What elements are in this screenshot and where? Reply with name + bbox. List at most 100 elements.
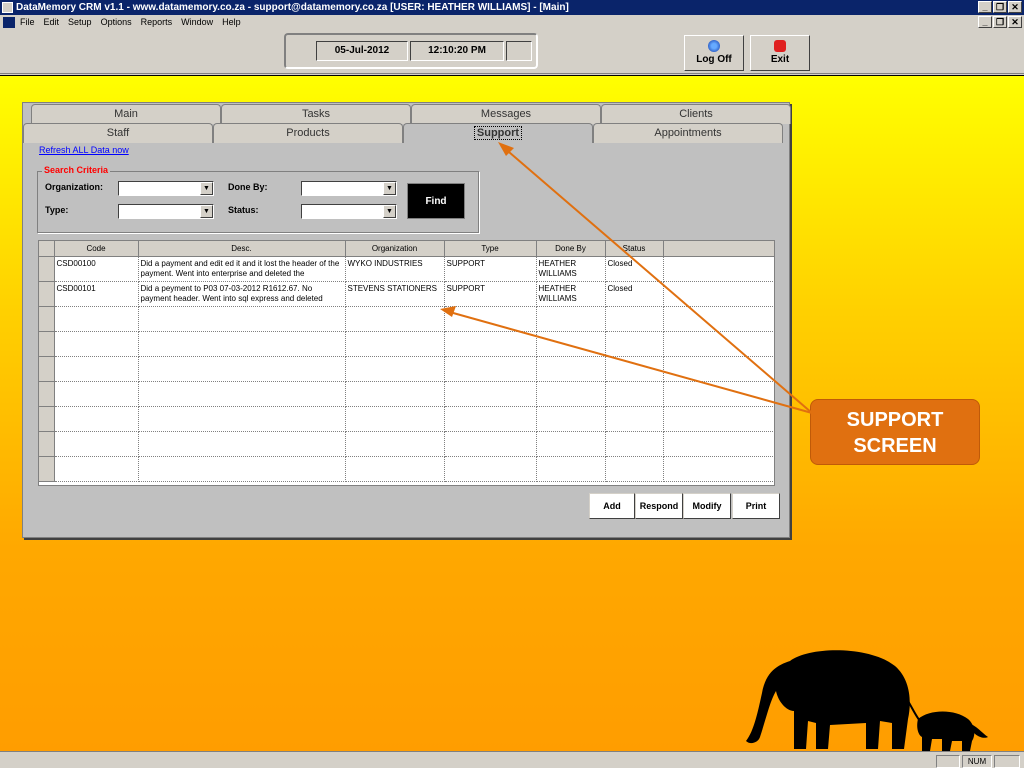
empty-cell[interactable] xyxy=(605,381,664,407)
empty-cell[interactable] xyxy=(536,456,606,482)
table-row[interactable]: CSD00100 Did a payment and edit ed it an… xyxy=(39,256,774,282)
cell-doneby[interactable]: HEATHER WILLIAMS xyxy=(536,281,606,307)
empty-cell[interactable] xyxy=(54,356,139,382)
chevron-down-icon[interactable]: ▼ xyxy=(200,182,213,195)
modify-button[interactable]: Modify xyxy=(683,493,731,519)
empty-cell[interactable] xyxy=(138,431,346,457)
cell-desc[interactable]: Did a payment and edit ed it and it lost… xyxy=(138,256,346,282)
tab-products[interactable]: Products xyxy=(213,123,403,143)
empty-cell[interactable] xyxy=(536,356,606,382)
cell-status[interactable]: Closed xyxy=(605,256,664,282)
restore-button[interactable]: ❐ xyxy=(993,1,1007,13)
menu-reports[interactable]: Reports xyxy=(141,15,173,30)
menu-file[interactable]: File xyxy=(20,15,35,30)
empty-table-row[interactable] xyxy=(39,431,774,457)
empty-table-row[interactable] xyxy=(39,331,774,357)
chevron-down-icon[interactable]: ▼ xyxy=(383,182,396,195)
exit-button[interactable]: Exit xyxy=(750,35,810,71)
cell-code[interactable]: CSD00101 xyxy=(54,281,139,307)
row-selector[interactable] xyxy=(39,256,55,282)
row-selector[interactable] xyxy=(39,306,55,332)
status-select[interactable]: ▼ xyxy=(301,204,397,219)
table-row[interactable]: CSD00101 Did a peyment to P03 07-03-2012… xyxy=(39,281,774,307)
cell-status[interactable]: Closed xyxy=(605,281,664,307)
empty-cell[interactable] xyxy=(138,406,346,432)
column-header-type[interactable]: Type xyxy=(444,241,537,257)
empty-cell[interactable] xyxy=(138,331,346,357)
empty-cell[interactable] xyxy=(444,456,537,482)
empty-cell[interactable] xyxy=(536,431,606,457)
column-header-desc[interactable]: Desc. xyxy=(138,241,346,257)
empty-cell[interactable] xyxy=(345,306,445,332)
empty-cell[interactable] xyxy=(605,356,664,382)
empty-table-row[interactable] xyxy=(39,381,774,407)
empty-cell[interactable] xyxy=(138,456,346,482)
row-selector[interactable] xyxy=(39,456,55,482)
empty-cell[interactable] xyxy=(54,306,139,332)
close-button[interactable]: ✕ xyxy=(1008,1,1022,13)
column-header-status[interactable]: Status xyxy=(605,241,664,257)
logoff-button[interactable]: Log Off xyxy=(684,35,744,71)
child-restore-button[interactable]: ❐ xyxy=(993,16,1007,28)
empty-table-row[interactable] xyxy=(39,456,774,482)
empty-cell[interactable] xyxy=(54,431,139,457)
empty-cell[interactable] xyxy=(345,356,445,382)
row-selector[interactable] xyxy=(39,281,55,307)
tab-tasks[interactable]: Tasks xyxy=(221,104,411,124)
doneby-select[interactable]: ▼ xyxy=(301,181,397,196)
empty-table-row[interactable] xyxy=(39,306,774,332)
row-selector[interactable] xyxy=(39,431,55,457)
empty-cell[interactable] xyxy=(138,306,346,332)
chevron-down-icon[interactable]: ▼ xyxy=(200,205,213,218)
row-selector[interactable] xyxy=(39,406,55,432)
support-grid[interactable]: Code Desc. Organization Type Done By Sta… xyxy=(38,240,775,486)
empty-cell[interactable] xyxy=(444,406,537,432)
tab-appointments[interactable]: Appointments xyxy=(593,123,783,143)
row-selector[interactable] xyxy=(39,331,55,357)
cell-organization[interactable]: WYKO INDUSTRIES xyxy=(345,256,445,282)
empty-cell[interactable] xyxy=(54,456,139,482)
empty-cell[interactable] xyxy=(536,306,606,332)
minimize-button[interactable]: _ xyxy=(978,1,992,13)
empty-cell[interactable] xyxy=(345,431,445,457)
row-selector[interactable] xyxy=(39,381,55,407)
empty-cell[interactable] xyxy=(605,306,664,332)
menu-help[interactable]: Help xyxy=(222,15,241,30)
column-header-doneby[interactable]: Done By xyxy=(536,241,606,257)
empty-cell[interactable] xyxy=(444,356,537,382)
cell-doneby[interactable]: HEATHER WILLIAMS xyxy=(536,256,606,282)
empty-cell[interactable] xyxy=(138,381,346,407)
cell-organization[interactable]: STEVENS STATIONERS xyxy=(345,281,445,307)
tab-messages[interactable]: Messages xyxy=(411,104,601,124)
empty-cell[interactable] xyxy=(345,331,445,357)
empty-cell[interactable] xyxy=(54,331,139,357)
child-minimize-button[interactable]: _ xyxy=(978,16,992,28)
empty-cell[interactable] xyxy=(138,356,346,382)
find-button[interactable]: Find xyxy=(407,183,465,219)
empty-table-row[interactable] xyxy=(39,356,774,382)
menu-options[interactable]: Options xyxy=(101,15,132,30)
document-icon[interactable] xyxy=(3,17,15,28)
column-header-code[interactable]: Code xyxy=(54,241,139,257)
empty-cell[interactable] xyxy=(536,331,606,357)
organization-select[interactable]: ▼ xyxy=(118,181,214,196)
child-close-button[interactable]: ✕ xyxy=(1008,16,1022,28)
empty-table-row[interactable] xyxy=(39,406,774,432)
respond-button[interactable]: Respond xyxy=(635,493,683,519)
empty-cell[interactable] xyxy=(345,406,445,432)
type-select[interactable]: ▼ xyxy=(118,204,214,219)
cell-code[interactable]: CSD00100 xyxy=(54,256,139,282)
empty-cell[interactable] xyxy=(345,381,445,407)
empty-cell[interactable] xyxy=(444,431,537,457)
empty-cell[interactable] xyxy=(605,331,664,357)
print-button[interactable]: Print xyxy=(732,493,780,519)
tab-clients[interactable]: Clients xyxy=(601,104,791,124)
empty-cell[interactable] xyxy=(444,331,537,357)
empty-cell[interactable] xyxy=(605,431,664,457)
tab-support[interactable]: Support xyxy=(403,123,593,143)
app-icon[interactable] xyxy=(2,2,13,13)
empty-cell[interactable] xyxy=(444,381,537,407)
empty-cell[interactable] xyxy=(54,381,139,407)
cell-type[interactable]: SUPPORT xyxy=(444,281,537,307)
tab-staff[interactable]: Staff xyxy=(23,123,213,143)
